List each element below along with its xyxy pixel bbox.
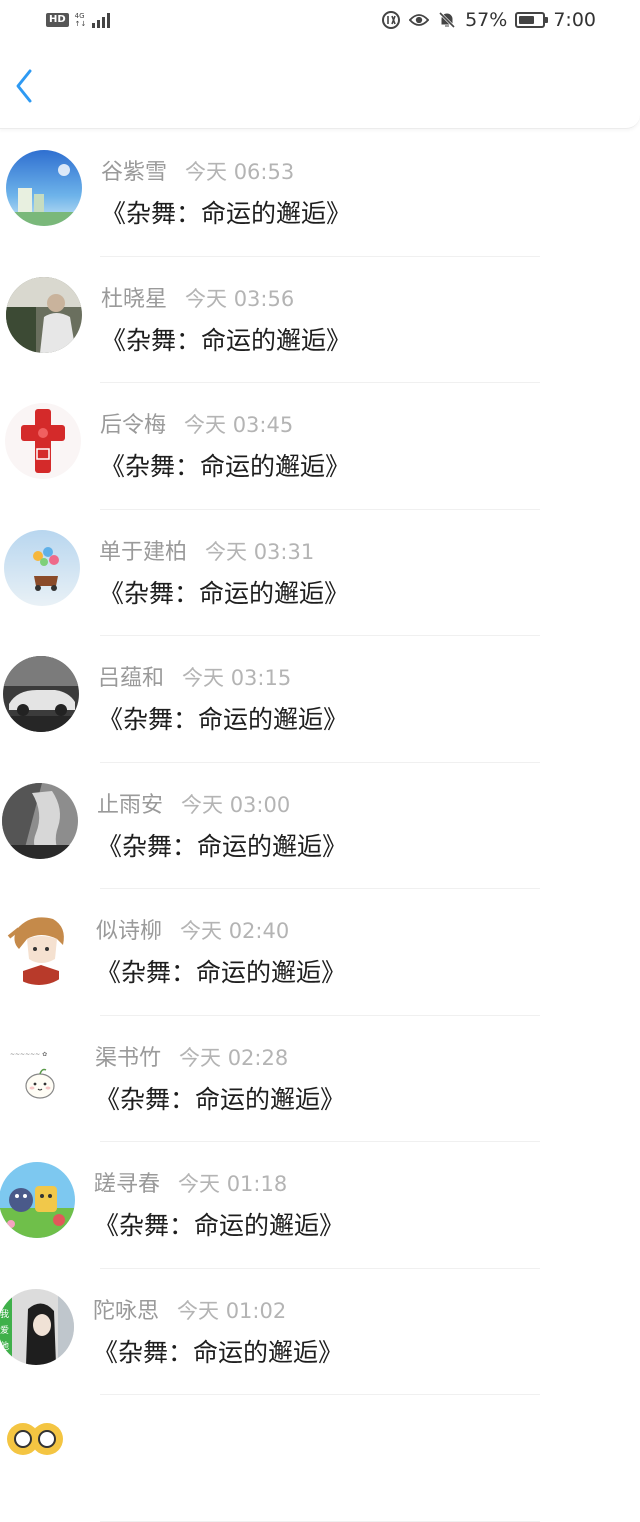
list-item[interactable]: 似诗柳 今天 02:40 《杂舞：命运的邂逅》 bbox=[0, 889, 640, 1016]
svg-text:爱: 爱 bbox=[0, 1325, 9, 1336]
timestamp: 今天 03:00 bbox=[181, 792, 291, 817]
name-line: 单于建柏 今天 03:31 bbox=[99, 534, 314, 566]
list-item[interactable]: 单于建柏 今天 03:31 《杂舞：命运的邂逅》 bbox=[0, 510, 640, 637]
message-content: 《杂舞：命运的邂逅》 bbox=[93, 1337, 344, 1367]
svg-text:~~~~~~ ✿: ~~~~~~ ✿ bbox=[10, 1051, 47, 1058]
network-label: 4G bbox=[74, 12, 85, 20]
avatar[interactable] bbox=[0, 1415, 73, 1491]
eye-icon bbox=[409, 10, 430, 30]
message-content: 《杂舞：命运的邂逅》 bbox=[96, 958, 347, 987]
message-content: 《杂舞：命运的邂逅》 bbox=[100, 452, 351, 481]
avatar[interactable] bbox=[6, 150, 82, 226]
user-name[interactable]: 吕蕴和 bbox=[98, 660, 164, 692]
avatar[interactable] bbox=[0, 1162, 75, 1238]
avatar[interactable] bbox=[4, 529, 80, 606]
timestamp: 今天 02:40 bbox=[180, 919, 290, 943]
user-name[interactable]: 谷紫雪 bbox=[101, 154, 167, 186]
message-content: 《杂舞：命运的邂逅》 bbox=[94, 1211, 345, 1240]
svg-text:他: 他 bbox=[0, 1340, 9, 1352]
avatar[interactable] bbox=[5, 403, 81, 479]
user-name[interactable]: 单于建柏 bbox=[99, 534, 187, 566]
list-item[interactable]: ~~~~~~ ✿ 渠书竹 今天 02:28 《杂舞：命运的邂逅》 bbox=[0, 1016, 640, 1143]
message-content: 《杂舞：命运的邂逅》 bbox=[99, 578, 350, 608]
hd-badge: HD bbox=[46, 13, 69, 27]
message-content: 《杂舞：命运的邂逅》 bbox=[98, 705, 349, 734]
status-left: HD 4G ↑↓ bbox=[46, 12, 111, 28]
app-bar bbox=[0, 40, 640, 129]
name-line: 陀咏思 今天 01:02 bbox=[93, 1293, 286, 1325]
name-line: 后令梅 今天 03:45 bbox=[100, 407, 293, 439]
avatar[interactable] bbox=[6, 276, 82, 353]
message-content: 《杂舞：命运的邂逅》 bbox=[101, 325, 352, 355]
user-name[interactable]: 蹉寻春 bbox=[94, 1166, 160, 1198]
avatar[interactable] bbox=[2, 782, 78, 859]
back-button[interactable] bbox=[6, 64, 42, 108]
user-name[interactable]: 后令梅 bbox=[100, 407, 166, 439]
signal-icon bbox=[92, 12, 111, 28]
avatar[interactable] bbox=[1, 909, 77, 985]
timestamp: 今天 03:15 bbox=[182, 666, 292, 690]
timestamp: 今天 03:45 bbox=[184, 413, 294, 437]
user-name[interactable]: 渠书竹 bbox=[95, 1040, 161, 1072]
avatar[interactable] bbox=[3, 656, 79, 732]
list-item[interactable]: 杜晓星 今天 03:56 《杂舞：命运的邂逅》 bbox=[0, 257, 640, 384]
avatar[interactable]: 我爱他 bbox=[0, 1288, 74, 1365]
timestamp: 今天 03:31 bbox=[205, 539, 315, 564]
battery-icon bbox=[515, 12, 549, 28]
bell-muted-icon bbox=[437, 10, 457, 30]
timestamp: 今天 01:18 bbox=[178, 1172, 288, 1196]
list-item[interactable]: 我爱他 陀咏思 今天 01:02 《杂舞：命运的邂逅》 bbox=[0, 1269, 640, 1396]
name-line: 谷紫雪 今天 06:53 bbox=[101, 154, 294, 186]
message-content: 《杂舞：命运的邂逅》 bbox=[101, 199, 352, 228]
network-indicator: 4G ↑↓ bbox=[75, 12, 87, 28]
timestamp: 今天 02:28 bbox=[179, 1045, 289, 1070]
user-name[interactable]: 杜晓星 bbox=[101, 281, 167, 313]
user-name[interactable]: 似诗柳 bbox=[96, 913, 162, 945]
user-name[interactable]: 止雨安 bbox=[97, 787, 163, 819]
timestamp: 今天 03:56 bbox=[185, 286, 295, 311]
name-line: 渠书竹 今天 02:28 bbox=[95, 1040, 288, 1072]
status-bar: HD 4G ↑↓ 57% 7:00 bbox=[0, 0, 640, 40]
data-saver-icon bbox=[381, 10, 401, 30]
name-line: 似诗柳 今天 02:40 bbox=[96, 913, 289, 945]
avatar[interactable]: ~~~~~~ ✿ bbox=[0, 1035, 76, 1112]
name-line: 止雨安 今天 03:00 bbox=[97, 787, 290, 819]
name-line: 吕蕴和 今天 03:15 bbox=[98, 660, 291, 692]
clock: 7:00 bbox=[553, 9, 596, 31]
message-list: 谷紫雪 今天 06:53 《杂舞：命运的邂逅》 杜晓星 今天 03:56 《杂舞… bbox=[0, 130, 640, 1522]
list-item[interactable]: 止雨安 今天 03:00 《杂舞：命运的邂逅》 bbox=[0, 763, 640, 890]
list-item[interactable]: 后令梅 今天 03:45 《杂舞：命运的邂逅》 bbox=[0, 383, 640, 510]
list-item[interactable]: 蹉寻春 今天 01:18 《杂舞：命运的邂逅》 bbox=[0, 1142, 640, 1269]
chevron-left-icon bbox=[16, 69, 32, 103]
timestamp: 今天 01:02 bbox=[177, 1298, 287, 1323]
name-line: 蹉寻春 今天 01:18 bbox=[94, 1166, 287, 1198]
user-name[interactable]: 陀咏思 bbox=[93, 1293, 159, 1325]
list-item[interactable] bbox=[0, 1395, 640, 1522]
message-content: 《杂舞：命运的邂逅》 bbox=[95, 1084, 346, 1114]
network-sub: ↑↓ bbox=[74, 20, 87, 28]
battery-percent: 57% bbox=[465, 9, 508, 31]
message-content: 《杂舞：命运的邂逅》 bbox=[97, 831, 348, 861]
list-item[interactable]: 谷紫雪 今天 06:53 《杂舞：命运的邂逅》 bbox=[0, 130, 640, 257]
name-line: 杜晓星 今天 03:56 bbox=[101, 281, 294, 313]
list-item[interactable]: 吕蕴和 今天 03:15 《杂舞：命运的邂逅》 bbox=[0, 636, 640, 763]
timestamp: 今天 06:53 bbox=[185, 160, 295, 184]
status-right: 57% 7:00 bbox=[381, 9, 596, 31]
svg-text:我: 我 bbox=[0, 1309, 9, 1320]
